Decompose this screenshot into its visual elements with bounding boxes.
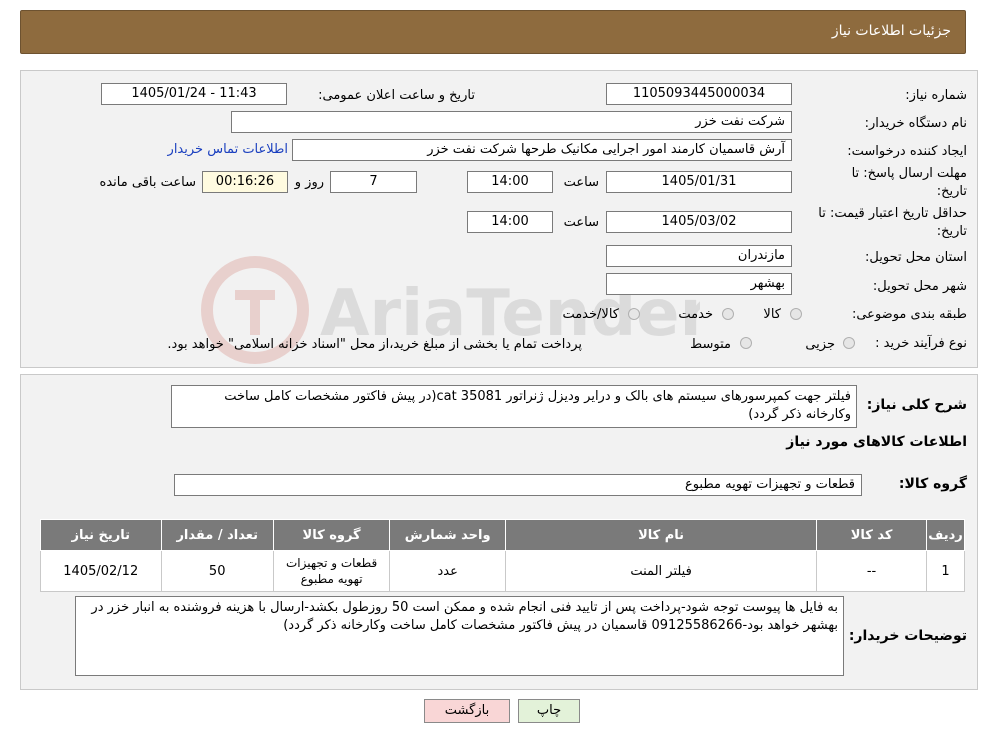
back-button[interactable]: بازگشت	[424, 699, 510, 723]
remaining-time-label: ساعت باقی مانده	[99, 175, 196, 190]
buyer-notes-textarea[interactable]: به فایل ها پیوست توجه شود-پرداخت پس از ت…	[75, 596, 844, 676]
province-label: استان محل تحویل:	[865, 250, 967, 265]
process-note: پرداخت تمام یا بخشی از مبلغ خرید،از محل …	[167, 337, 582, 352]
buyer-notes-label: توضیحات خریدار:	[848, 628, 967, 644]
buyer-org-label: نام دستگاه خریدار:	[864, 116, 967, 131]
reply-time-label: ساعت	[563, 175, 599, 190]
col-row: ردیف	[926, 519, 965, 551]
process-radio-medium[interactable]	[740, 337, 752, 349]
buyer-org-field: شرکت نفت خزر	[231, 111, 792, 133]
creator-field: آرش قاسمیان کارمند امور اجرایی مکانیک طر…	[292, 139, 792, 161]
category-radio-goods-service[interactable]	[628, 308, 640, 320]
goods-section-title: اطلاعات کالاهای مورد نیاز	[786, 434, 967, 450]
city-field: بهشهر	[606, 273, 792, 295]
col-date: تاریخ نیاز	[40, 519, 162, 551]
cell-row: 1	[926, 550, 965, 592]
city-label: شهر محل تحویل:	[872, 279, 967, 294]
reply-time-field: 14:00	[467, 171, 553, 193]
reply-date-field: 1405/01/31	[606, 171, 792, 193]
page-title: جزئیات اطلاعات نیاز	[831, 23, 951, 39]
price-time-field: 14:00	[467, 211, 553, 233]
process-option-minor: جزیی	[805, 337, 835, 352]
remaining-time-field: 00:16:26	[202, 171, 288, 193]
price-validity-label-2: تاریخ:	[936, 224, 967, 239]
price-validity-label: حداقل تاریخ اعتبار قیمت: تا	[818, 206, 967, 221]
cell-date: 1405/02/12	[40, 550, 162, 592]
reply-deadline-label-2: تاریخ:	[936, 184, 967, 199]
price-date-field: 1405/03/02	[606, 211, 792, 233]
category-radio-goods[interactable]	[790, 308, 802, 320]
col-unit: واحد شمارش	[389, 519, 507, 551]
cell-group: قطعات و تجهیزات تهویه مطبوع	[272, 550, 391, 592]
reply-deadline-label: مهلت ارسال پاسخ: تا	[851, 166, 967, 181]
process-type-label: نوع فرآیند خرید :	[875, 336, 967, 351]
goods-group-label: گروه کالا:	[898, 476, 967, 492]
price-time-label: ساعت	[563, 215, 599, 230]
announce-datetime-label: تاریخ و ساعت اعلان عمومی:	[318, 88, 475, 103]
province-field: مازندران	[606, 245, 792, 267]
table-row: 1 -- فیلتر المنت عدد قطعات و تجهیزات تهو…	[40, 550, 965, 592]
col-name: نام کالا	[505, 519, 818, 551]
category-radio-service[interactable]	[722, 308, 734, 320]
process-radio-minor[interactable]	[843, 337, 855, 349]
print-button[interactable]: چاپ	[518, 699, 580, 723]
announce-datetime-field: 1405/01/24 - 11:43	[101, 83, 287, 105]
category-option-goods: کالا	[763, 307, 781, 322]
description-textarea[interactable]: فیلتر جهت کمپرسورهای سیستم های بالک و در…	[171, 385, 857, 428]
category-option-service: خدمت	[678, 307, 713, 322]
goods-table: ردیف کد کالا نام کالا واحد شمارش گروه کا…	[40, 519, 965, 592]
cell-unit: عدد	[389, 550, 507, 592]
cell-name: فیلتر المنت	[505, 550, 818, 592]
need-number-field: 1105093445000034	[606, 83, 792, 105]
process-option-medium: متوسط	[690, 337, 731, 352]
days-field: 7	[330, 171, 417, 193]
cell-code: --	[816, 550, 928, 592]
creator-label: ایجاد کننده درخواست:	[847, 144, 967, 159]
col-qty: تعداد / مقدار	[160, 519, 274, 551]
description-label: شرح کلی نیاز:	[866, 397, 967, 413]
col-code: کد کالا	[816, 519, 928, 551]
col-group: گروه کالا	[272, 519, 391, 551]
category-option-goods-service: کالا/خدمت	[562, 307, 619, 322]
need-number-label: شماره نیاز:	[905, 88, 967, 103]
buyer-contact-link[interactable]: اطلاعات تماس خریدار	[168, 142, 288, 157]
cell-qty: 50	[160, 550, 274, 592]
goods-group-field: قطعات و تجهیزات تهویه مطبوع	[174, 474, 862, 496]
category-label: طبقه بندی موضوعی:	[851, 307, 967, 322]
days-label: روز و	[294, 175, 324, 190]
goods-table-header: ردیف کد کالا نام کالا واحد شمارش گروه کا…	[40, 519, 965, 551]
page-header: جزئیات اطلاعات نیاز	[20, 10, 966, 54]
